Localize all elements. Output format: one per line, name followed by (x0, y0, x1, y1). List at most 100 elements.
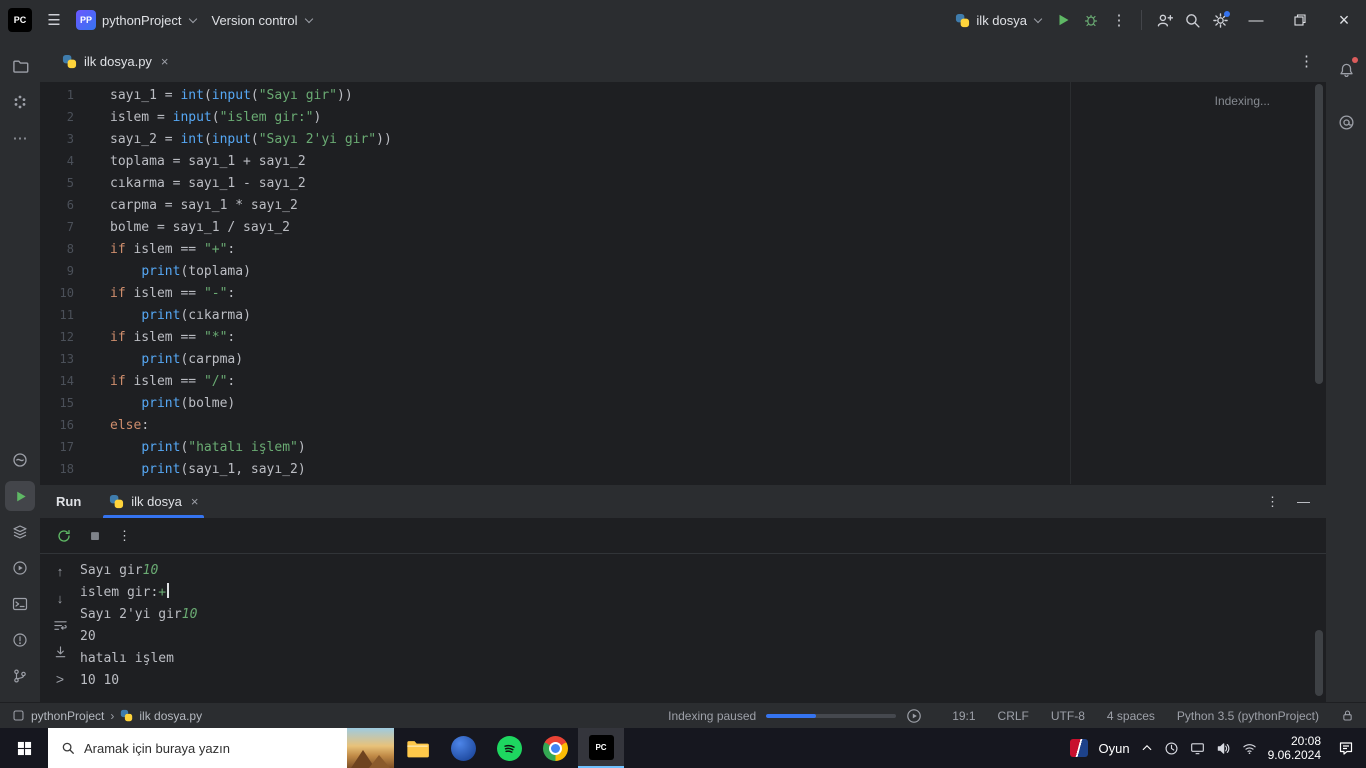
breadcrumb-project[interactable]: pythonProject (31, 709, 104, 723)
tray-clock-app-icon[interactable] (1164, 741, 1179, 756)
ai-assistant-button[interactable] (1331, 107, 1361, 137)
spotify-button[interactable] (486, 728, 532, 768)
run-options-button[interactable]: ⋮ (1266, 494, 1279, 510)
line-separator-widget[interactable]: CRLF (998, 709, 1029, 723)
code-token: sayı_2 = (110, 132, 181, 147)
code-line[interactable]: 9 print(toplama) (40, 260, 1326, 282)
breadcrumb-file[interactable]: ilk dosya.py (139, 709, 202, 723)
taskbar-clock[interactable]: 20:08 9.06.2024 (1268, 734, 1321, 762)
code-line[interactable]: 14 if islem == "/": (40, 370, 1326, 392)
version-control-selector[interactable]: Version control (204, 9, 320, 32)
minimize-button[interactable]: — (1234, 0, 1278, 40)
console-line[interactable]: 10 10 (80, 670, 1326, 692)
project-selector[interactable]: PP pythonProject (68, 6, 204, 34)
run-tool-button[interactable] (5, 481, 35, 511)
console-scrollbar[interactable] (1315, 630, 1323, 696)
start-button[interactable] (0, 728, 48, 768)
console-line[interactable]: 20 (80, 626, 1326, 648)
version-control-tool-button[interactable] (5, 661, 35, 691)
display-icon[interactable] (1190, 741, 1205, 756)
volume-icon[interactable] (1216, 741, 1231, 756)
code-line[interactable]: 15 print(bolme) (40, 392, 1326, 414)
caret-position-widget[interactable]: 19:1 (952, 709, 975, 723)
restore-button[interactable] (1278, 0, 1322, 40)
game-label[interactable]: Oyun (1099, 741, 1130, 756)
code-line[interactable]: 6 carpma = sayı_1 * sayı_2 (40, 194, 1326, 216)
code-line[interactable]: 2 islem = input("islem gir:") (40, 106, 1326, 128)
code-line[interactable]: 11 print(cıkarma) (40, 304, 1326, 326)
file-explorer-button[interactable] (394, 728, 440, 768)
run-tab[interactable]: ilk dosya × (97, 485, 210, 518)
search-everywhere-button[interactable] (1178, 6, 1206, 34)
run-config-selector[interactable]: ilk dosya (947, 9, 1049, 32)
code-line[interactable]: 13 print(carpma) (40, 348, 1326, 370)
code-line[interactable]: 5 cıkarma = sayı_1 - sayı_2 (40, 172, 1326, 194)
console-more-button[interactable]: ⋮ (118, 528, 131, 544)
console-line[interactable]: islem gir:+ (80, 582, 1326, 604)
code-token: "*" (203, 330, 228, 345)
terminal-tool-button[interactable] (5, 589, 35, 619)
network-icon[interactable] (1242, 741, 1257, 756)
console-line[interactable]: Sayı gir10 (80, 560, 1326, 582)
close-button[interactable]: × (1322, 0, 1366, 40)
stop-button[interactable] (88, 529, 102, 543)
code-line[interactable]: 8 if islem == "+": (40, 238, 1326, 260)
taskbar-search[interactable]: Aramak için buraya yazın (48, 728, 394, 768)
code-line[interactable]: 12 if islem == "*": (40, 326, 1326, 348)
browser-app-button[interactable] (440, 728, 486, 768)
python-console-tool-button[interactable] (5, 445, 35, 475)
soft-wrap-button[interactable] (50, 616, 70, 634)
run-button[interactable] (1049, 6, 1077, 34)
indent-widget[interactable]: 4 spaces (1107, 709, 1155, 723)
code-line[interactable]: 10 if islem == "-": (40, 282, 1326, 304)
project-tool-button[interactable] (5, 51, 35, 81)
notifications-button[interactable] (1331, 55, 1361, 85)
pycharm-taskbar-button[interactable]: PC (578, 728, 624, 768)
console-line[interactable]: hatalı işlem (80, 648, 1326, 670)
python-icon (955, 13, 970, 28)
hide-panel-button[interactable]: — (1297, 494, 1310, 509)
code-line[interactable]: 1 sayı_1 = int(input("Sayı gir")) (40, 84, 1326, 106)
code-editor[interactable]: 1 sayı_1 = int(input("Sayı gir")) 2 islem =… (40, 82, 1326, 484)
resume-indexing-button[interactable] (906, 708, 922, 724)
code-line[interactable]: 4 toplama = sayı_1 + sayı_2 (40, 150, 1326, 172)
settings-button[interactable] (1206, 6, 1234, 34)
debug-button[interactable] (1077, 6, 1105, 34)
minimize-icon: — (1248, 11, 1264, 29)
main-menu-button[interactable]: ☰ (40, 6, 68, 34)
editor-scrollbar[interactable] (1315, 84, 1323, 384)
run-tab-close-icon[interactable]: × (191, 494, 199, 509)
line-number: 12 (59, 330, 74, 344)
tab-options-button[interactable]: ⋮ (1299, 52, 1314, 70)
next-occurrence-button[interactable]: ↓ (50, 589, 70, 607)
interpreter-widget[interactable]: Python 3.5 (pythonProject) (1177, 709, 1319, 723)
prev-occurrence-button[interactable]: ↑ (50, 562, 70, 580)
problems-tool-button[interactable] (5, 625, 35, 655)
python-packages-tool-button[interactable] (5, 517, 35, 547)
lock-button[interactable] (1341, 709, 1354, 722)
chrome-button[interactable] (532, 728, 578, 768)
tab-close-icon[interactable]: × (161, 54, 169, 69)
action-center-button[interactable] (1332, 740, 1360, 756)
game-icon[interactable] (1069, 739, 1088, 757)
run-console[interactable]: Sayı gir10 islem gir:+ Sayı 2'yi gir10 20 ha… (80, 554, 1326, 702)
console-line[interactable]: Sayı 2'yi gir10 (80, 604, 1326, 626)
code-with-me-button[interactable] (1150, 6, 1178, 34)
scroll-to-end-button[interactable] (50, 643, 70, 661)
command-prompt-icon[interactable]: > (50, 670, 70, 688)
search-highlight-image[interactable] (347, 728, 394, 768)
code-line[interactable]: 16 else: (40, 414, 1326, 436)
hidden-icons-button[interactable] (1141, 742, 1153, 754)
more-tool-windows-button[interactable]: ⋯ (5, 123, 35, 153)
rerun-button[interactable] (56, 528, 72, 544)
encoding-widget[interactable]: UTF-8 (1051, 709, 1085, 723)
structure-tool-button[interactable] (5, 87, 35, 117)
editor-tab[interactable]: ilk dosya.py × (52, 40, 179, 82)
code-line[interactable]: 18 print(sayı_1, sayı_2) (40, 458, 1326, 480)
more-actions-button[interactable]: ⋮ (1105, 6, 1133, 34)
services-tool-button[interactable] (5, 553, 35, 583)
code-line[interactable]: 17 print("hatalı işlem") (40, 436, 1326, 458)
code-line[interactable]: 7 bolme = sayı_1 / sayı_2 (40, 216, 1326, 238)
code-line[interactable]: 3 sayı_2 = int(input("Sayı 2'yi gir")) (40, 128, 1326, 150)
